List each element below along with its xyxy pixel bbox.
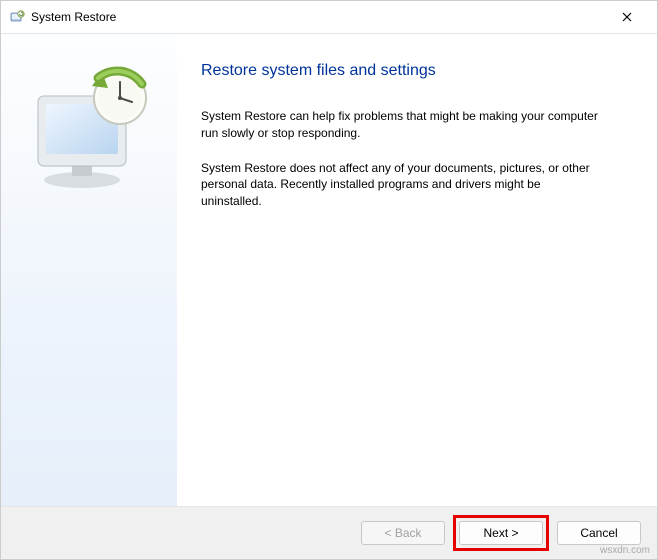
intro-paragraph-2: System Restore does not affect any of yo… bbox=[201, 160, 601, 210]
window-title: System Restore bbox=[31, 10, 605, 24]
next-button[interactable]: Next > bbox=[459, 521, 543, 545]
system-restore-window: System Restore bbox=[0, 0, 658, 560]
titlebar: System Restore bbox=[1, 1, 657, 33]
system-restore-icon bbox=[9, 9, 25, 25]
intro-paragraph-1: System Restore can help fix problems tha… bbox=[201, 108, 601, 142]
page-heading: Restore system files and settings bbox=[201, 62, 625, 80]
sidebar bbox=[1, 34, 177, 506]
close-button[interactable] bbox=[605, 2, 649, 32]
main-panel: Restore system files and settings System… bbox=[177, 34, 657, 506]
back-button: < Back bbox=[361, 521, 445, 545]
restore-monitor-icon bbox=[24, 62, 154, 192]
cancel-button[interactable]: Cancel bbox=[557, 521, 641, 545]
content-area: Restore system files and settings System… bbox=[1, 33, 657, 507]
next-button-highlight: Next > bbox=[453, 515, 549, 551]
wizard-footer: < Back Next > Cancel bbox=[1, 507, 657, 559]
close-icon bbox=[622, 12, 632, 22]
